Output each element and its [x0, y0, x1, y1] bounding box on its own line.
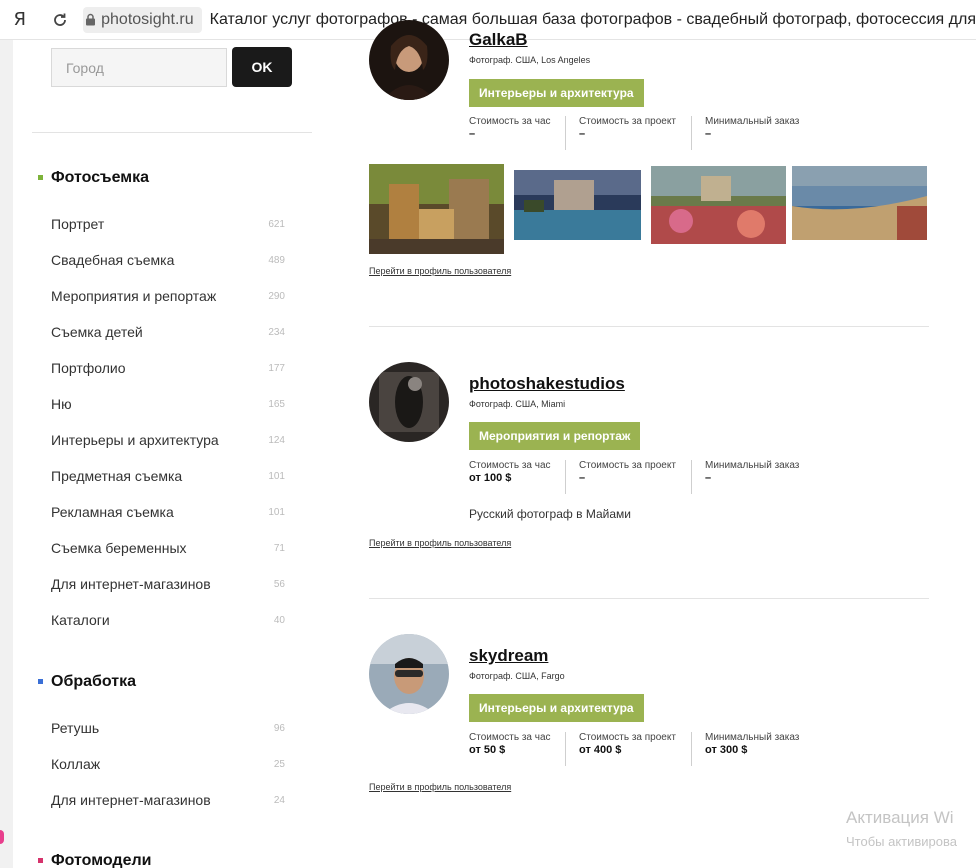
photographer-location: Фотограф. США, Los Angeles [469, 55, 591, 65]
reload-icon[interactable] [48, 8, 72, 32]
min-order: Минимальный заказ – [691, 460, 809, 494]
category-heading-photo[interactable]: Фотосъемка [38, 169, 149, 187]
category-count: 177 [268, 362, 285, 374]
price-per-hour: Стоимость за час – [469, 116, 551, 140]
category-count: 71 [273, 542, 285, 554]
address-bar[interactable]: photosight.ru Каталог услуг фотографов -… [83, 6, 976, 33]
price-per-hour: Стоимость за час от 100 $ [469, 460, 551, 484]
category-item[interactable]: Ретушь 96 [51, 710, 285, 746]
category-count: 234 [268, 326, 285, 338]
photographer-name[interactable]: skydream [469, 646, 548, 666]
category-item[interactable]: Съемка детей 234 [51, 314, 285, 350]
specialty-tag[interactable]: Мероприятия и репортаж [469, 422, 641, 450]
category-count: 25 [273, 758, 285, 770]
card-separator [369, 598, 929, 599]
ok-button[interactable]: OK [232, 47, 292, 87]
avatar[interactable] [369, 634, 449, 714]
category-heading-processing[interactable]: Обработка [38, 673, 136, 691]
min-order: Минимальный заказ от 300 $ [691, 732, 809, 766]
windows-activation-watermark: Активация Wi [846, 808, 954, 827]
portfolio-thumbnails [369, 164, 927, 254]
profile-link[interactable]: Перейти в профиль пользователя [369, 266, 511, 276]
category-item[interactable]: Рекламная съемка 101 [51, 494, 285, 530]
price-row: Стоимость за час от 50 $ Стоимость за про… [469, 732, 809, 766]
windows-activation-subtext: Чтобы активирова [846, 834, 958, 849]
category-list-photo: Портрет 621 Свадебная съемка 489 Мероприят… [51, 206, 285, 638]
category-count: 101 [268, 470, 285, 482]
category-title: Обработка [51, 673, 136, 690]
category-item[interactable]: Предметная съемка 101 [51, 458, 285, 494]
category-count: 124 [268, 434, 285, 446]
category-bullet [38, 679, 43, 684]
price-per-project: Стоимость за проект – [565, 116, 691, 150]
city-input[interactable] [51, 48, 227, 87]
category-count: 24 [273, 794, 285, 806]
profile-link[interactable]: Перейти в профиль пользователя [369, 782, 511, 792]
category-count: 489 [268, 254, 285, 266]
category-item[interactable]: Свадебная съемка 489 [51, 242, 285, 278]
sidebar: OK Фотосъемка Портрет621 Свадебная съемк… [13, 40, 313, 868]
category-bullet [38, 858, 43, 863]
price-per-project: Стоимость за проект – [565, 460, 691, 494]
page-title: Каталог услуг фотографов - самая большая… [209, 10, 976, 28]
category-item[interactable]: Съемка беременных 71 [51, 530, 285, 566]
photographer-description: Русский фотограф в Майами [469, 507, 631, 521]
card-separator [369, 326, 929, 327]
photographer-name[interactable]: GalkaB [469, 30, 528, 50]
category-item[interactable]: Портфолио 177 [51, 350, 285, 386]
photographer-list: GalkaB Фотограф. США, Los Angeles Интерь… [369, 20, 929, 868]
category-count: 40 [273, 614, 285, 626]
profile-link[interactable]: Перейти в профиль пользователя [369, 538, 511, 548]
portfolio-thumb[interactable] [510, 164, 645, 254]
category-item[interactable]: Коллаж 25 [51, 746, 285, 782]
category-count: 165 [268, 398, 285, 410]
category-item[interactable]: Для интернет-магазинов 24 [51, 782, 285, 818]
portfolio-thumb[interactable] [792, 164, 927, 254]
category-count: 290 [268, 290, 285, 302]
category-count: 56 [273, 578, 285, 590]
avatar[interactable] [369, 362, 449, 442]
specialty-tag[interactable]: Интерьеры и архитектура [469, 694, 644, 722]
category-bullet [38, 175, 43, 180]
price-row: Стоимость за час – Стоимость за проект – М… [469, 116, 809, 150]
category-list-processing: Ретушь 96 Коллаж 25 Для интернет-магазинов… [51, 710, 285, 818]
price-row: Стоимость за час от 100 $ Стоимость за пр… [469, 460, 809, 494]
lock-icon[interactable] [83, 6, 98, 33]
portfolio-thumb[interactable] [369, 164, 504, 254]
category-item[interactable]: Портрет 621 [51, 206, 285, 242]
photographer-location: Фотограф. США, Miami [469, 399, 566, 409]
price-per-project: Стоимость за проект от 400 $ [565, 732, 691, 766]
category-item[interactable]: Для интернет-магазинов 56 [51, 566, 285, 602]
category-count: 96 [273, 722, 285, 734]
category-title: Фотосъемка [51, 169, 149, 186]
photographer-name[interactable]: photoshakestudios [469, 374, 625, 394]
yandex-logo[interactable]: Я [0, 9, 40, 30]
category-count: 101 [268, 506, 285, 518]
price-per-hour: Стоимость за час от 50 $ [469, 732, 551, 756]
specialty-tag[interactable]: Интерьеры и архитектура [469, 79, 644, 107]
category-item[interactable]: Ню 165 [51, 386, 285, 422]
category-item[interactable]: Мероприятия и репортаж 290 [51, 278, 285, 314]
portfolio-thumb[interactable] [651, 164, 786, 254]
category-heading-models[interactable]: Фотомодели [38, 852, 152, 868]
edge-marker [0, 830, 4, 844]
avatar[interactable] [369, 20, 449, 100]
min-order: Минимальный заказ – [691, 116, 809, 150]
sidebar-divider [32, 132, 312, 133]
category-item[interactable]: Интерьеры и архитектура 124 [51, 422, 285, 458]
photographer-location: Фотограф. США, Fargo [469, 671, 565, 681]
left-edge-strip [0, 40, 13, 868]
category-item[interactable]: Каталоги 40 [51, 602, 285, 638]
category-title: Фотомодели [51, 852, 152, 868]
category-count: 621 [268, 218, 285, 230]
url-domain[interactable]: photosight.ru [97, 6, 202, 33]
